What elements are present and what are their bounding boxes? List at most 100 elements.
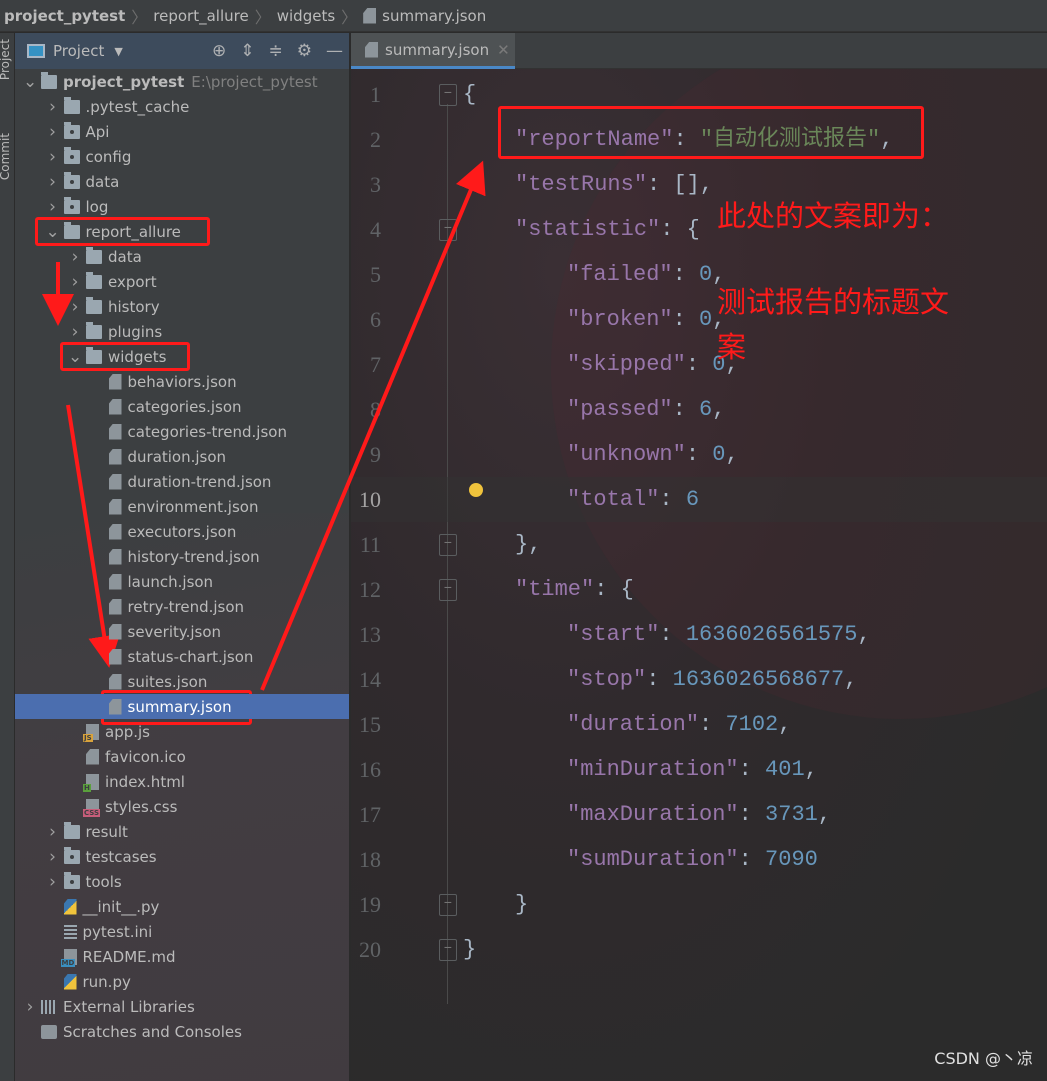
tree-item[interactable]: Scratches and Consoles <box>15 1019 349 1044</box>
json-punctuation: : <box>738 847 766 872</box>
locate-icon[interactable]: ⊕ <box>212 41 226 61</box>
json-key: "broken" <box>567 307 673 332</box>
lightbulb-icon[interactable] <box>469 483 483 497</box>
chevron-right-icon[interactable]: › <box>68 297 82 317</box>
tree-item-label: README.md <box>82 947 176 966</box>
tree-item[interactable]: history-trend.json <box>15 544 349 569</box>
tree-item[interactable]: › plugins <box>15 319 349 344</box>
chevron-right-icon[interactable]: › <box>68 322 82 342</box>
tree-item-label: suites.json <box>127 672 208 691</box>
gear-icon[interactable]: ⚙ <box>297 41 312 61</box>
tree-item[interactable]: › log <box>15 194 349 219</box>
tree-item[interactable]: environment.json <box>15 494 349 519</box>
tree-item[interactable]: launch.json <box>15 569 349 594</box>
json-number: 401 <box>765 757 805 782</box>
line-number: 17 <box>359 802 381 827</box>
tree-item[interactable]: › result <box>15 819 349 844</box>
chevron-down-icon[interactable]: ⌄ <box>46 222 60 242</box>
tree-item[interactable]: severity.json <box>15 619 349 644</box>
tree-item[interactable]: run.py <box>15 969 349 994</box>
chevron-right-icon[interactable]: › <box>46 147 60 167</box>
tree-item[interactable]: › .pytest_cache <box>15 94 349 119</box>
tree-item[interactable]: summary.json <box>15 694 349 719</box>
tree-item[interactable]: ⌄ report_allure <box>15 219 349 244</box>
project-tool-tab[interactable]: Project <box>0 39 12 80</box>
chevron-right-icon[interactable]: › <box>68 247 82 267</box>
tree-item-label: plugins <box>108 322 163 341</box>
fold-open-icon[interactable]: − <box>439 219 457 241</box>
tree-item[interactable]: JS app.js <box>15 719 349 744</box>
tree-item[interactable]: status-chart.json <box>15 644 349 669</box>
fold-open-icon[interactable]: − <box>439 84 457 106</box>
expand-all-icon[interactable]: ⇕ <box>240 41 254 61</box>
breadcrumb-widgets[interactable]: widgets <box>277 7 335 25</box>
json-key: "testRuns" <box>515 172 648 197</box>
tree-item[interactable]: executors.json <box>15 519 349 544</box>
tree-item[interactable]: › testcases <box>15 844 349 869</box>
tree-item[interactable]: Hindex.html <box>15 769 349 794</box>
chevron-down-icon[interactable]: ⌄ <box>68 347 82 367</box>
close-icon[interactable]: ✕ <box>497 41 510 59</box>
tree-item[interactable]: pytest.ini <box>15 919 349 944</box>
chevron-right-icon[interactable]: › <box>46 122 60 142</box>
tree-item[interactable]: ⌄ project_pytest E:\project_pytest <box>15 69 349 94</box>
breadcrumb-project[interactable]: project_pytest <box>4 7 125 25</box>
breadcrumb-report-allure[interactable]: report_allure <box>153 7 248 25</box>
project-view-selector[interactable]: Project ▼ <box>27 42 123 60</box>
folder-icon <box>63 871 80 889</box>
tree-item[interactable]: __init__.py <box>15 894 349 919</box>
fold-close-icon[interactable]: − <box>439 939 457 961</box>
code-line: 15 "duration": 7102, <box>351 702 1047 747</box>
chevron-right-icon[interactable]: › <box>46 197 60 217</box>
tree-item-label: duration-trend.json <box>127 472 272 491</box>
chevron-right-icon[interactable]: › <box>23 997 37 1017</box>
tree-item[interactable]: behaviors.json <box>15 369 349 394</box>
hide-icon[interactable]: — <box>326 41 343 61</box>
tree-item[interactable]: › tools <box>15 869 349 894</box>
tree-item-label: __init__.py <box>82 897 160 916</box>
project-path-hint: E:\project_pytest <box>191 72 318 91</box>
tree-item[interactable]: › Api <box>15 119 349 144</box>
code-line: 18 "sumDuration": 7090 <box>351 837 1047 882</box>
tab-summary-json[interactable]: summary.json ✕ <box>351 33 515 69</box>
chevron-right-icon[interactable]: › <box>46 822 60 842</box>
fold-open-icon[interactable]: − <box>439 579 457 601</box>
tree-item[interactable]: › config <box>15 144 349 169</box>
panel-title: Project <box>53 42 105 60</box>
chevron-down-icon[interactable]: ⌄ <box>23 72 37 92</box>
json-number: 7102 <box>725 712 779 737</box>
fold-close-icon[interactable]: − <box>439 894 457 916</box>
tree-item[interactable]: suites.json <box>15 669 349 694</box>
chevron-right-icon[interactable]: › <box>46 172 60 192</box>
tree-item[interactable]: categories.json <box>15 394 349 419</box>
settings-file-icon <box>63 924 77 939</box>
collapse-all-icon[interactable]: ≑ <box>269 41 283 61</box>
code-editor[interactable]: 1−{2 "reportName": "自动化测试报告", 3 "testRuns":… <box>351 69 1047 1081</box>
commit-tool-tab[interactable]: Commit <box>0 133 12 180</box>
library-icon <box>41 999 57 1014</box>
tree-item[interactable]: favicon.ico <box>15 744 349 769</box>
fold-close-icon[interactable]: − <box>439 534 457 556</box>
tree-item[interactable]: MD README.md <box>15 944 349 969</box>
tree-item[interactable]: › history <box>15 294 349 319</box>
chevron-right-icon[interactable]: › <box>46 847 60 867</box>
line-number: 4 <box>370 217 381 242</box>
chevron-right-icon[interactable]: › <box>46 97 60 117</box>
tree-item[interactable]: CSS styles.css <box>15 794 349 819</box>
chevron-right-icon[interactable]: › <box>68 272 82 292</box>
tree-item[interactable]: › data <box>15 169 349 194</box>
tree-item[interactable]: › data <box>15 244 349 269</box>
tree-item[interactable]: › External Libraries <box>15 994 349 1019</box>
json-punctuation: } <box>463 937 477 962</box>
tree-item[interactable]: ⌄ widgets <box>15 344 349 369</box>
tree-item[interactable]: retry-trend.json <box>15 594 349 619</box>
tree-item[interactable]: duration-trend.json <box>15 469 349 494</box>
tree-item[interactable]: categories-trend.json <box>15 419 349 444</box>
chevron-right-icon[interactable]: › <box>46 872 60 892</box>
json-punctuation: } <box>515 892 529 917</box>
folder-icon <box>63 221 80 239</box>
tree-item[interactable]: › export <box>15 269 349 294</box>
breadcrumb-summary[interactable]: summary.json <box>382 7 486 25</box>
tree-item[interactable]: duration.json <box>15 444 349 469</box>
json-file-icon <box>108 573 122 590</box>
